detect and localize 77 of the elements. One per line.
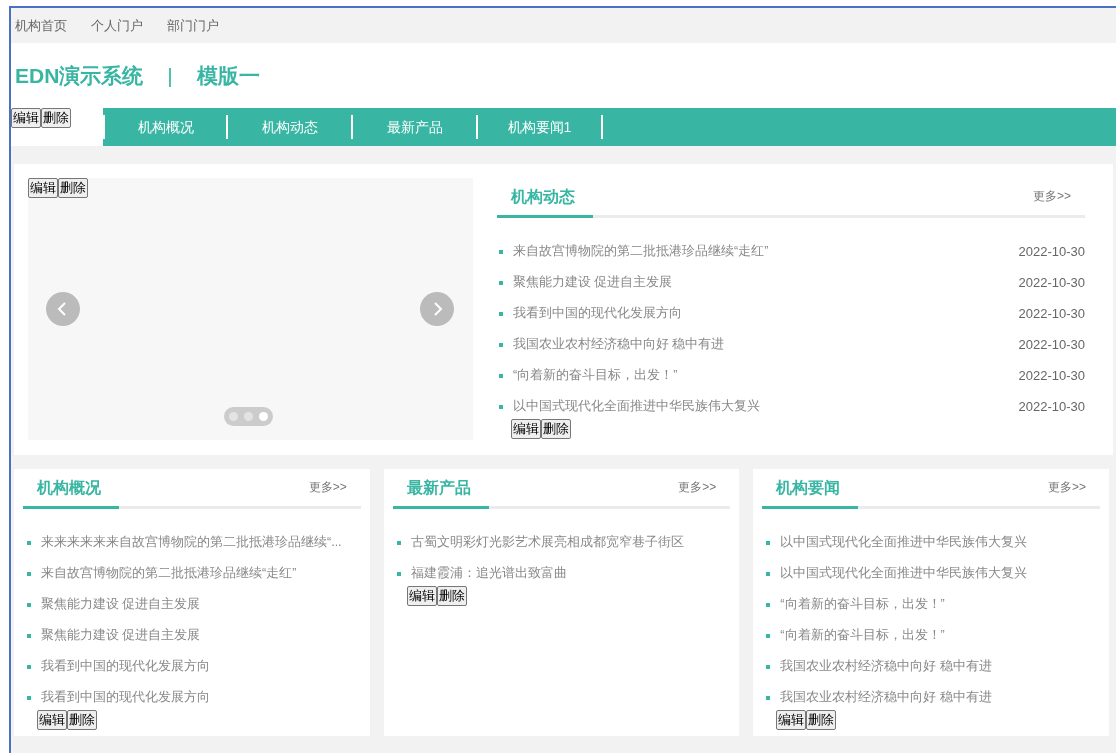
edit-button[interactable]: 编辑: [28, 178, 58, 198]
bullet-icon: [766, 602, 771, 607]
news-date: 2022-10-30: [1018, 397, 1085, 416]
bullet-icon: [766, 664, 771, 669]
bullet-icon: [396, 571, 401, 576]
more-link[interactable]: 更多>>: [678, 478, 731, 506]
nav-tab[interactable]: 机构概况: [103, 115, 228, 139]
news-link[interactable]: 来来来来来来自故宫博物院的第二批抵港珍品继续“...: [41, 533, 361, 552]
nav-tab[interactable]: 机构要闻1: [478, 115, 603, 139]
bullet-icon: [766, 695, 771, 700]
more-link[interactable]: 更多>>: [1048, 478, 1100, 506]
bullet-icon: [499, 311, 503, 316]
bullet-icon: [27, 664, 31, 669]
news-link[interactable]: 我国农业农村经济稳中向好 稳中有进: [780, 688, 1100, 707]
news-link[interactable]: “向着新的奋斗目标，出发！”: [780, 595, 1100, 614]
bullet-icon: [27, 540, 31, 545]
news-link[interactable]: 我看到中国的现代化发展方向: [513, 304, 1019, 323]
delete-button[interactable]: 删除: [41, 108, 71, 128]
title-separator: |: [167, 62, 173, 89]
more-link[interactable]: 更多>>: [1033, 187, 1085, 215]
top-nav-link[interactable]: 机构首页: [15, 15, 67, 36]
edit-button[interactable]: 编辑: [406, 586, 437, 606]
bullet-icon: [499, 342, 503, 347]
news-date: 2022-10-30: [1018, 304, 1085, 323]
section-title: 机构要闻: [762, 476, 859, 509]
news-link[interactable]: 以中国式现代化全面推进中华民族伟大复兴: [513, 397, 1019, 416]
news-link[interactable]: 我看到中国的现代化发展方向: [41, 688, 361, 707]
delete-button[interactable]: 删除: [436, 586, 467, 606]
news-link[interactable]: 我国农业农村经济稳中向好 稳中有进: [780, 657, 1100, 676]
news-link[interactable]: 聚焦能力建设 促进自主发展: [513, 273, 1019, 292]
top-nav-link[interactable]: 部门门户: [167, 15, 219, 36]
nav-tab[interactable]: 机构动态: [228, 115, 353, 139]
bullet-icon: [766, 633, 771, 638]
delete-button[interactable]: 删除: [67, 710, 97, 730]
news-date: 2022-10-30: [1018, 335, 1085, 354]
template-title: 模版一: [196, 62, 260, 89]
news-link[interactable]: 聚焦能力建设 促进自主发展: [41, 626, 361, 645]
edit-button[interactable]: 编辑: [776, 710, 807, 730]
news-link[interactable]: 来自故宫博物院的第二批抵港珍品继续“走红”: [513, 242, 1019, 261]
news-link[interactable]: 聚焦能力建设 促进自主发展: [41, 595, 361, 614]
news-link[interactable]: “向着新的奋斗目标，出发！”: [780, 626, 1100, 645]
section-title: 机构动态: [497, 185, 593, 218]
bullet-icon: [499, 249, 503, 254]
section-title: 机构概况: [23, 476, 119, 509]
news-date: 2022-10-30: [1018, 366, 1085, 385]
news-link[interactable]: 来自故宫博物院的第二批抵港珍品继续“走红”: [41, 564, 361, 583]
news-link[interactable]: 以中国式现代化全面推进中华民族伟大复兴: [780, 533, 1100, 552]
news-link[interactable]: “向着新的奋斗目标，出发！”: [513, 366, 1019, 385]
delete-button[interactable]: 删除: [541, 419, 571, 439]
news-link[interactable]: 古蜀文明彩灯光影艺术展亮相成都宽窄巷子街区: [410, 533, 731, 552]
nav-tab[interactable]: 编辑 删除: [11, 108, 103, 146]
section-title: 最新产品: [392, 476, 489, 509]
bullet-icon: [766, 540, 771, 545]
bullet-icon: [27, 571, 31, 576]
edit-button[interactable]: 编辑: [11, 108, 41, 128]
news-link[interactable]: 我国农业农村经济稳中向好 稳中有进: [513, 335, 1019, 354]
bullet-icon: [396, 540, 401, 545]
bullet-icon: [27, 633, 31, 638]
bullet-icon: [27, 602, 31, 607]
news-link[interactable]: 我看到中国的现代化发展方向: [41, 657, 361, 676]
bullet-icon: [27, 695, 31, 700]
edit-button[interactable]: 编辑: [511, 419, 541, 439]
news-link[interactable]: 以中国式现代化全面推进中华民族伟大复兴: [780, 564, 1100, 583]
bullet-icon: [499, 373, 503, 378]
nav-tab[interactable]: 最新产品: [353, 115, 478, 139]
edit-button[interactable]: 编辑: [37, 710, 67, 730]
more-link[interactable]: 更多>>: [308, 478, 361, 506]
bullet-icon: [499, 280, 503, 285]
news-date: 2022-10-30: [1018, 242, 1085, 261]
bullet-icon: [766, 571, 771, 576]
news-link[interactable]: 福建霞浦：追光谱出致富曲: [410, 564, 731, 583]
delete-button[interactable]: 删除: [58, 178, 88, 198]
news-date: 2022-10-30: [1018, 273, 1085, 292]
bullet-icon: [499, 404, 503, 409]
delete-button[interactable]: 删除: [806, 710, 837, 730]
site-title: EDN演示系统: [15, 62, 144, 89]
top-nav-link[interactable]: 个人门户: [91, 15, 143, 36]
